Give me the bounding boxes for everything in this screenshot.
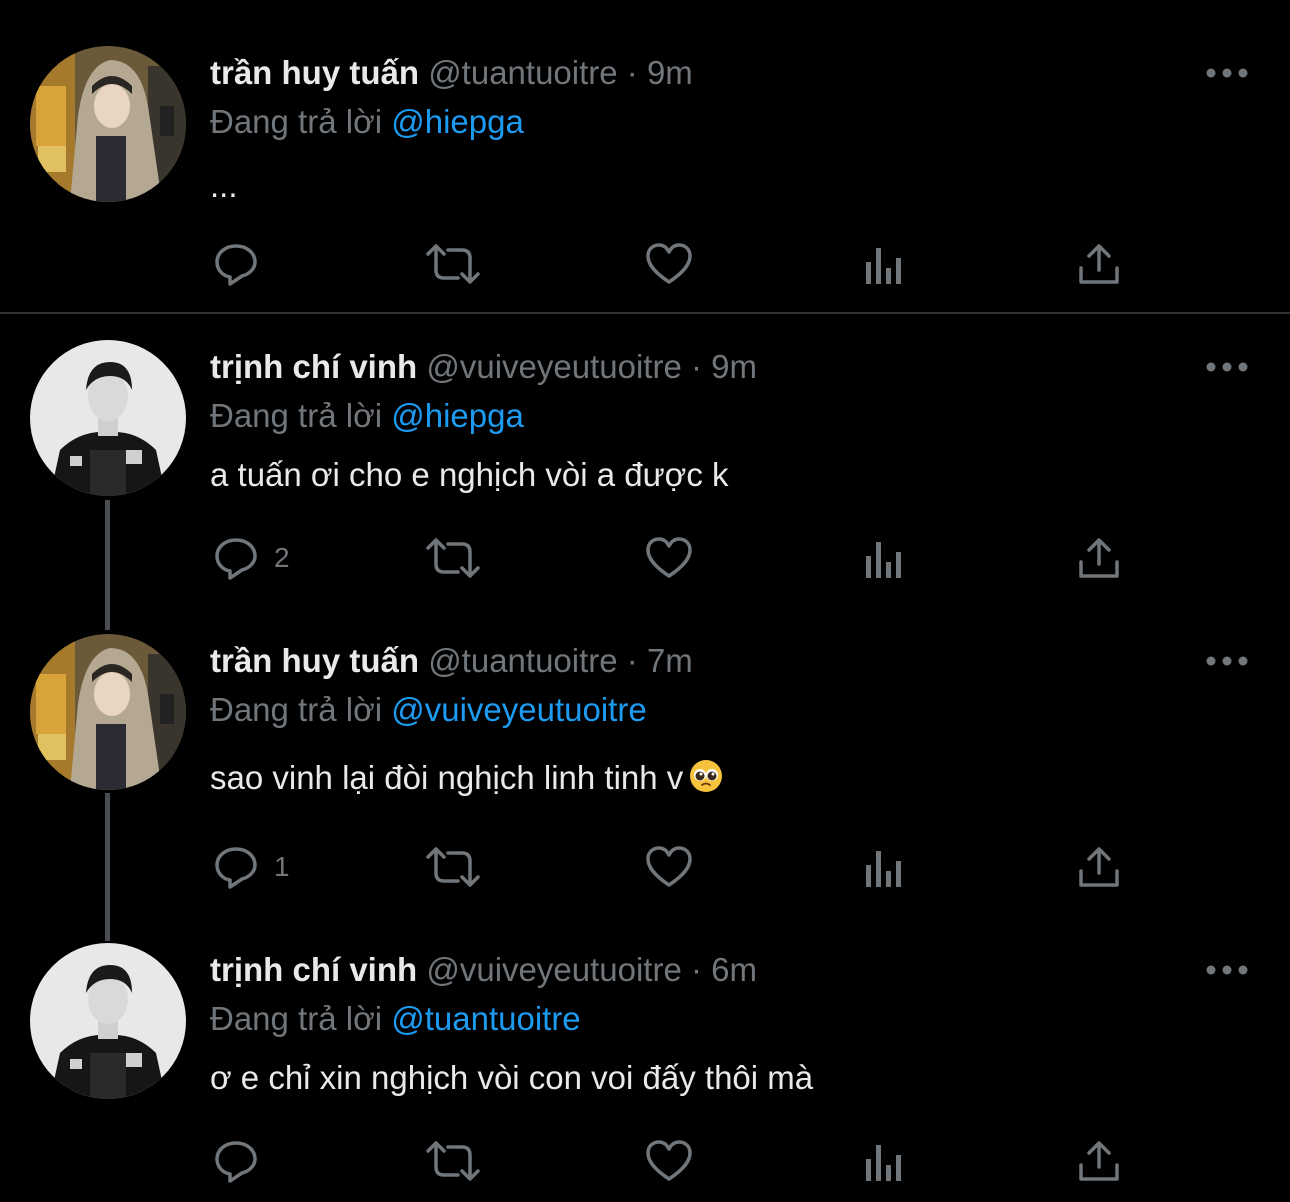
reply-context: Đang trả lời @hiepga [210, 396, 524, 436]
more-dots-icon[interactable] [1204, 651, 1250, 671]
tweet-divider [0, 312, 1290, 314]
pleading-face-emoji-icon [689, 759, 723, 802]
like-icon [644, 1137, 694, 1185]
reply-prefix: Đang trả lời [210, 1000, 383, 1037]
analytics-icon [862, 534, 906, 582]
like-button[interactable] [644, 1135, 694, 1187]
user-name[interactable]: trần huy tuấn [210, 642, 419, 679]
avatar[interactable] [30, 46, 186, 202]
retweet-icon [424, 534, 482, 582]
share-icon [1076, 240, 1122, 288]
retweet-button[interactable] [424, 841, 482, 893]
tweet-actions: 1 [210, 841, 1150, 893]
tweet-text: a tuấn ơi cho e nghịch vòi a được k [210, 456, 729, 493]
retweet-icon [424, 240, 482, 288]
user-name[interactable]: trịnh chí vinh [210, 951, 417, 988]
reply-mention-link[interactable]: @hiepga [391, 103, 524, 140]
avatar-hooded-person-icon [30, 634, 186, 790]
retweet-button[interactable] [424, 532, 482, 584]
reply-context: Đang trả lời @tuantuoitre [210, 999, 581, 1039]
tweet-actions [210, 238, 1150, 290]
user-name[interactable]: trần huy tuấn [210, 54, 419, 91]
reply-mention-link[interactable]: @tuantuoitre [391, 1000, 580, 1037]
reply-icon [212, 1137, 260, 1185]
share-button[interactable] [1076, 841, 1122, 893]
avatar[interactable] [30, 943, 186, 1099]
like-icon [644, 240, 694, 288]
analytics-icon [862, 1137, 906, 1185]
thread-connector [105, 500, 110, 630]
reply-icon [212, 534, 260, 582]
reply-icon [212, 240, 260, 288]
like-button[interactable] [644, 841, 694, 893]
reply-count: 1 [274, 851, 290, 882]
reply-prefix: Đang trả lời [210, 691, 383, 728]
user-handle-time[interactable]: @tuantuoitre · 9m [428, 54, 693, 91]
tweet-header: trần huy tuấn @tuantuoitre · 7m [210, 641, 693, 681]
reply-mention-link[interactable]: @hiepga [391, 397, 524, 434]
reply-button[interactable] [212, 238, 274, 290]
share-button[interactable] [1076, 1135, 1122, 1187]
reply-count: 2 [274, 542, 290, 573]
avatar[interactable] [30, 340, 186, 496]
user-name[interactable]: trịnh chí vinh [210, 348, 417, 385]
more-dots-icon[interactable] [1204, 960, 1250, 980]
tweet-header: trịnh chí vinh @vuiveyeutuoitre · 6m [210, 950, 757, 990]
reply-button[interactable]: 2 [212, 532, 290, 584]
avatar-monochrome-person-icon [30, 340, 186, 496]
like-button[interactable] [644, 532, 694, 584]
reply-prefix: Đang trả lời [210, 103, 383, 140]
retweet-button[interactable] [424, 238, 482, 290]
tweet-text: ... [210, 167, 238, 204]
reply-icon [212, 843, 260, 891]
tweet-text: sao vinh lại đòi nghịch linh tinh v [210, 759, 684, 796]
tweet-text-line: sao vinh lại đòi nghịch linh tinh v [210, 758, 723, 802]
reply-context: Đang trả lời @hiepga [210, 102, 524, 142]
analytics-icon [862, 240, 906, 288]
share-icon [1076, 1137, 1122, 1185]
like-icon [644, 534, 694, 582]
analytics-icon [862, 843, 906, 891]
retweet-icon [424, 843, 482, 891]
analytics-button[interactable] [862, 532, 906, 584]
more-dots-icon[interactable] [1204, 357, 1250, 377]
user-handle-time[interactable]: @tuantuoitre · 7m [428, 642, 693, 679]
retweet-icon [424, 1137, 482, 1185]
share-icon [1076, 534, 1122, 582]
thread-connector [105, 793, 110, 941]
share-button[interactable] [1076, 238, 1122, 290]
reply-prefix: Đang trả lời [210, 397, 383, 434]
user-handle-time[interactable]: @vuiveyeutuoitre · 6m [426, 951, 757, 988]
avatar-monochrome-person-icon [30, 943, 186, 1099]
tweet-header: trần huy tuấn @tuantuoitre · 9m [210, 53, 693, 93]
tweet-actions [210, 1135, 1150, 1187]
reply-mention-link[interactable]: @vuiveyeutuoitre [391, 691, 646, 728]
analytics-button[interactable] [862, 238, 906, 290]
share-button[interactable] [1076, 532, 1122, 584]
user-handle-time[interactable]: @vuiveyeutuoitre · 9m [426, 348, 757, 385]
tweet-text: ơ e chỉ xin nghịch vòi con voi đấy thôi … [210, 1059, 814, 1096]
analytics-button[interactable] [862, 1135, 906, 1187]
more-dots-icon[interactable] [1204, 63, 1250, 83]
reply-context: Đang trả lời @vuiveyeutuoitre [210, 690, 647, 730]
share-icon [1076, 843, 1122, 891]
tweet-actions: 2 [210, 532, 1150, 584]
avatar[interactable] [30, 634, 186, 790]
retweet-button[interactable] [424, 1135, 482, 1187]
like-icon [644, 843, 694, 891]
reply-button[interactable] [212, 1135, 274, 1187]
tweet-header: trịnh chí vinh @vuiveyeutuoitre · 9m [210, 347, 757, 387]
reply-button[interactable]: 1 [212, 841, 290, 893]
avatar-hooded-person-icon [30, 46, 186, 202]
like-button[interactable] [644, 238, 694, 290]
analytics-button[interactable] [862, 841, 906, 893]
